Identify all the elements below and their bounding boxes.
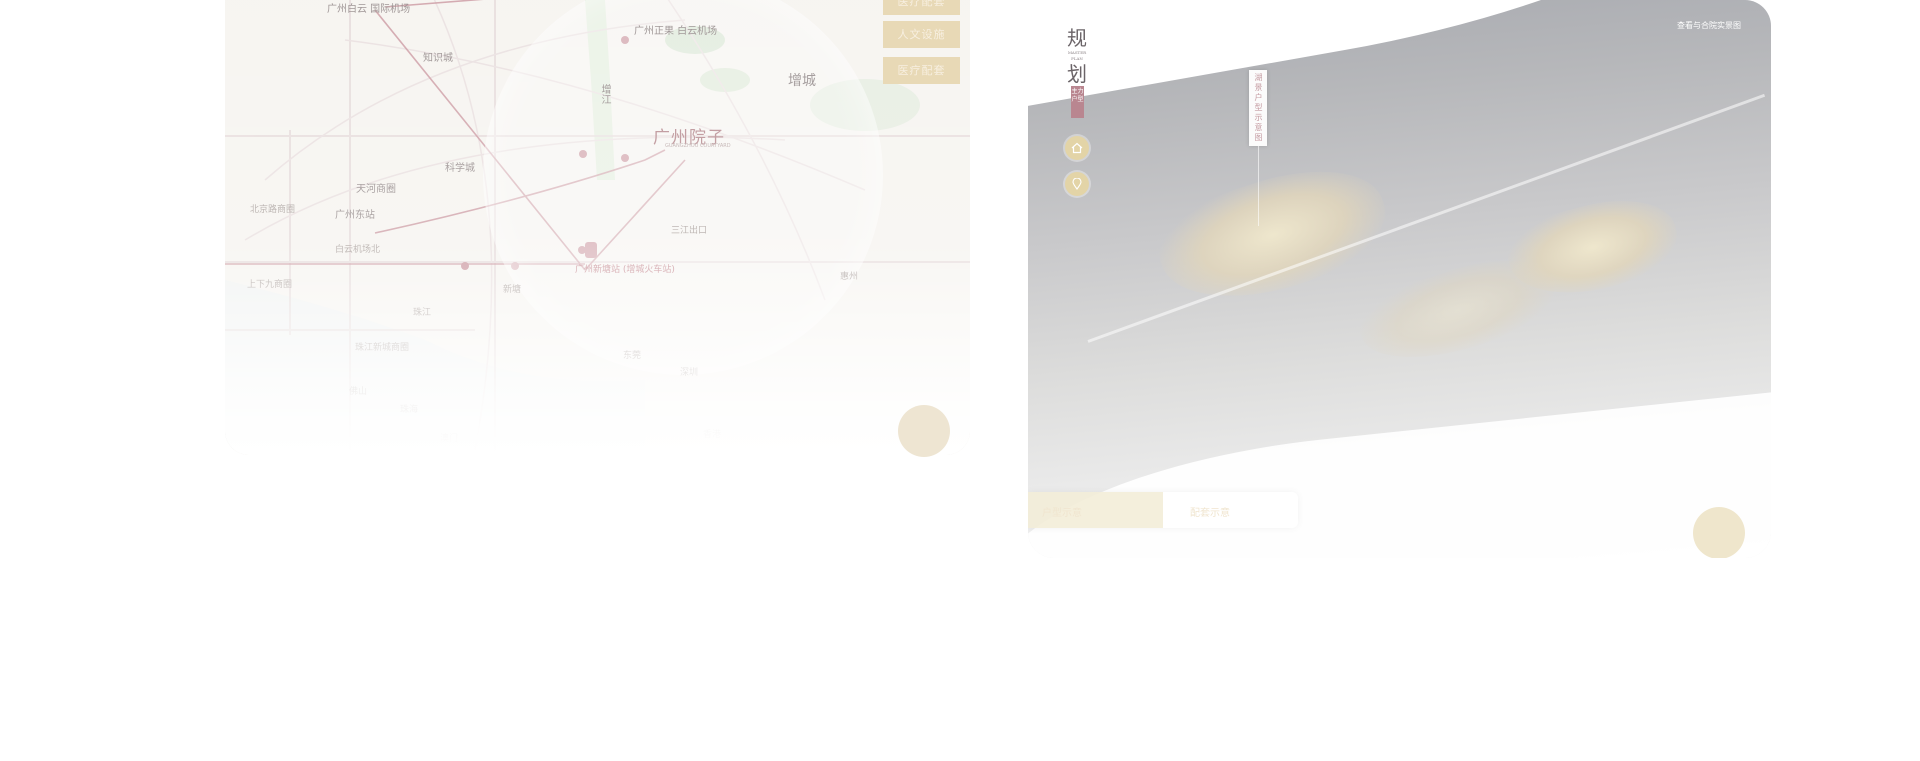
- aerial-plan-panel: 查看与合院实景图 规 MASTER PLAN 划 主力户型 湖景户型示意图 户型…: [1028, 0, 1771, 558]
- home-icon-glyph: [1071, 142, 1083, 154]
- category-button-medical[interactable]: 医疗配套: [883, 57, 960, 84]
- section-title-char-1: 规: [1067, 26, 1087, 50]
- map-corner-toggle[interactable]: [898, 405, 950, 457]
- map-label-zengjiang: 增江: [599, 84, 610, 104]
- map-label-kexuecheng: 科学城: [445, 163, 475, 174]
- section-title: 规 MASTER PLAN 划: [1066, 26, 1088, 86]
- category-button-humanities[interactable]: 人文设施: [883, 21, 960, 48]
- map-label-xinzhen: 新塘: [503, 285, 522, 295]
- map-label-zhishicheng: 知识城: [423, 53, 453, 64]
- section-title-sub: MASTER PLAN: [1067, 50, 1087, 61]
- map-label-zengcheng: 增城: [788, 73, 816, 89]
- main-type-tag: 主力户型: [1071, 86, 1084, 118]
- location-icon-glyph: [1072, 178, 1082, 190]
- map-label-tianhe: 天河商圈: [356, 184, 396, 195]
- map-label-xianggang: 香港: [703, 430, 722, 440]
- bottom-switch-bar: 户型示意 配套示意: [1028, 492, 1298, 528]
- aerial-corner-toggle[interactable]: [1693, 507, 1745, 558]
- map-label-baiyun-airport: 广州白云 国际机场: [327, 4, 411, 15]
- location-map-panel: 广州白云 国际机场 广州正果 白云机场 增城 知识城 科学城 天河商圈 北京路商…: [225, 0, 970, 455]
- map-label-aomen: 澳门: [440, 434, 459, 444]
- map-label-zhujiang: 珠江: [413, 308, 432, 318]
- home-icon[interactable]: [1065, 136, 1089, 160]
- project-brand-subtitle: GUANGZHOU COURTYARD: [665, 143, 731, 149]
- map-label-baiyun-metro: 白云机场北: [335, 245, 381, 255]
- floorplan-tab[interactable]: 户型示意: [1042, 504, 1082, 519]
- map-label-huizhou: 惠州: [840, 272, 859, 282]
- facility-tab[interactable]: 配套示意: [1190, 504, 1230, 519]
- map-label-zhujiang-newtown: 珠江新城商圈: [355, 343, 410, 353]
- map-label-shenzhen: 深圳: [680, 368, 699, 378]
- view-real-scene-link[interactable]: 查看与合院实景图: [1677, 20, 1741, 31]
- map-label-zhuhai: 珠海: [400, 405, 419, 415]
- section-title-char-2: 划: [1067, 62, 1087, 86]
- map-label-dongguan: 东莞: [623, 351, 642, 361]
- label-pointer-line: [1258, 146, 1259, 226]
- map-label-beijinglu: 北京路商圈: [250, 205, 296, 215]
- map-label-xintang-station: 广州新塘站 (增城火车站): [575, 265, 675, 275]
- location-icon[interactable]: [1065, 172, 1089, 196]
- lake-view-floorplan-label[interactable]: 湖景户型示意图: [1249, 70, 1267, 146]
- map-label-foshan: 佛山: [349, 387, 368, 397]
- map-label-zhengguo-airport: 广州正果 白云机场: [634, 26, 718, 37]
- map-label-guangzhou-east: 广州东站: [335, 210, 375, 221]
- map-label-sanjiang: 三江出口: [671, 226, 708, 236]
- category-button-1[interactable]: 医疗配套: [883, 0, 960, 15]
- map-label-shangxiajiu: 上下九商圈: [247, 280, 293, 290]
